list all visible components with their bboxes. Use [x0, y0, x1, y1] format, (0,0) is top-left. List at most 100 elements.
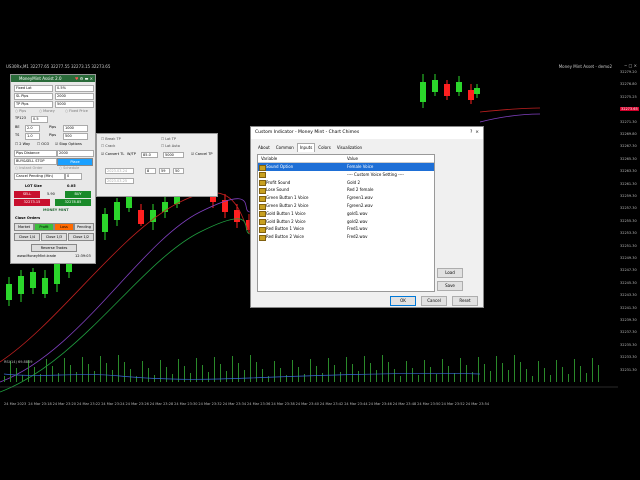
sl-mode-select[interactable]: SL Pips	[14, 93, 53, 100]
load-button[interactable]: Load	[437, 268, 463, 278]
table-row[interactable]: Gold Button 2 Voice gold2.wav	[258, 218, 434, 226]
sl-input[interactable]: 2000	[55, 93, 94, 100]
variable-column-header[interactable]: Variable	[261, 155, 277, 162]
tab-colors[interactable]: Colors	[315, 143, 334, 153]
tp-mode-select[interactable]: TP Pips	[14, 101, 53, 108]
close-loss-button[interactable]: Loss	[54, 223, 74, 231]
lot-size-value[interactable]: 0.05	[67, 183, 76, 189]
volume-bar	[304, 374, 305, 382]
website-link[interactable]: www.MoneyMint.trade	[17, 253, 56, 259]
value-cell[interactable]: ---- Custom Voice Setting ----	[347, 171, 404, 179]
radio-pips[interactable]: ○ Pips	[15, 108, 26, 114]
end-date-input[interactable]: 2023.03.25	[105, 178, 134, 184]
value-cell[interactable]: Fred1.wav	[347, 225, 367, 233]
close-quarter-button[interactable]: Close 1/4	[14, 233, 40, 241]
stop-options-checkbox[interactable]: ☑ Stop Options	[55, 141, 82, 147]
price-tick: 32235.30	[620, 342, 637, 347]
lot-mode-select[interactable]: Fixed Lot	[14, 85, 53, 92]
value-cell[interactable]: Fgreen2.wav	[347, 202, 373, 210]
panel-title-bar[interactable]: MoneyMint Assist 2.0 ♥ ⚙ ▬ ×	[11, 75, 95, 82]
value-cell[interactable]: gold1.wav	[347, 210, 368, 218]
tab-inputs[interactable]: Inputs	[296, 143, 316, 152]
reset-button[interactable]: Reset	[452, 296, 478, 306]
value-cell[interactable]: Fgreen1.wav	[347, 194, 373, 202]
second-input[interactable]: 50	[173, 168, 184, 174]
instant-order-radio[interactable]: ○ Instant Order	[15, 165, 42, 171]
price-tick: 32253.30	[620, 231, 637, 236]
heart-icon[interactable]: ♥	[75, 76, 79, 81]
value-cell[interactable]: Female Voice	[347, 163, 373, 171]
panel-clock: 12:39:03	[75, 254, 91, 258]
value-cell[interactable]: Gold 2	[347, 179, 360, 187]
buy-button[interactable]: BUY	[65, 191, 91, 198]
lot-auto-checkbox[interactable]: ☐ Lot Auto	[161, 144, 180, 149]
start-date-input[interactable]: 2023.03.24	[105, 168, 134, 174]
tp123-input[interactable]: 0.5	[31, 116, 48, 123]
cancel-button[interactable]: Cancel	[421, 296, 447, 306]
schedule-radio[interactable]: ○ Schedule	[59, 165, 79, 171]
minimize-icon[interactable]: ▬	[85, 76, 89, 81]
radio-fixed-price[interactable]: ○ Fixed Price	[65, 108, 88, 114]
convert-tl-checkbox[interactable]: ☑ Convert TL	[101, 152, 124, 157]
mini-value-input[interactable]: 5000	[163, 152, 184, 158]
ts-input[interactable]: 1.0	[25, 133, 40, 140]
price-tick: 32233.30	[620, 355, 637, 360]
tab-common[interactable]: Common	[273, 143, 297, 153]
cancel-tp-checkbox[interactable]: ☑ Cancel TP	[191, 152, 212, 157]
pips-distance-input[interactable]: 2000	[57, 150, 94, 157]
be-input[interactable]: 2.0	[25, 125, 40, 132]
minute-input[interactable]: 59	[159, 168, 170, 174]
table-row[interactable]: Red Button 2 Voice Fred2.wav	[258, 233, 434, 241]
table-row[interactable]: Sound Option Female Voice	[258, 163, 434, 171]
tab-visualization[interactable]: Visualization	[334, 143, 365, 153]
ok-button[interactable]: OK	[390, 296, 416, 306]
order-type-select[interactable]: BUY&SELL STOP	[14, 158, 57, 165]
fixed-lot-input[interactable]: 0.5%	[55, 85, 94, 92]
buy-price[interactable]: 32278.85	[55, 199, 91, 206]
gear-icon[interactable]: ⚙	[80, 76, 84, 81]
tp-input[interactable]: 5000	[55, 101, 94, 108]
sell-price[interactable]: 32273.15	[14, 199, 50, 206]
table-row[interactable]: Profit Sound Gold 2	[258, 179, 434, 187]
reverse-trades-button[interactable]: Reverse Trades	[31, 244, 77, 252]
parameter-icon	[259, 195, 266, 202]
ts-pips-input[interactable]: 500	[63, 133, 88, 140]
price-tick: 32241.30	[620, 305, 637, 310]
dialog-title-bar[interactable]: Custom Indicator - Money Mint - Chart Ch…	[251, 127, 483, 139]
value-cell[interactable]: gold2.wav	[347, 218, 368, 226]
close-pending-button[interactable]: Pending	[74, 223, 94, 231]
table-row[interactable]: Red Button 1 Voice Fred1.wav	[258, 225, 434, 233]
cancel-pending-input[interactable]: 0	[65, 173, 82, 180]
rsi-indicator-label: RSI(14) 69.8809	[4, 360, 33, 364]
lot-tp-checkbox[interactable]: ☐ Lot TP	[161, 137, 176, 142]
table-row[interactable]: ---- Custom Voice Setting ----	[258, 171, 434, 179]
oco-checkbox[interactable]: ☐ OCO	[37, 141, 49, 147]
sell-button[interactable]: SELL	[14, 191, 40, 198]
value-cell[interactable]: Red 2 female	[347, 186, 373, 194]
be-pips-input[interactable]: 1000	[63, 125, 88, 132]
crack-checkbox[interactable]: ☐ Crack	[101, 144, 115, 149]
close-third-button[interactable]: Close 1/3	[41, 233, 67, 241]
hour-input[interactable]: 8	[145, 168, 156, 174]
close-icon[interactable]: ×	[90, 76, 93, 81]
two-way-checkbox[interactable]: ☐ 2 Way	[15, 141, 30, 147]
close-profit-button[interactable]: Profit	[34, 223, 54, 231]
time-tick: 24 Mar 23:20	[52, 402, 76, 406]
table-row[interactable]: Gold Button 1 Voice gold1.wav	[258, 210, 434, 218]
radio-money[interactable]: ○ Money	[39, 108, 55, 114]
table-row[interactable]: Green Button 1 Voice Fgreen1.wav	[258, 194, 434, 202]
close-icon[interactable]: ×	[475, 130, 479, 135]
help-icon[interactable]: ?	[470, 130, 472, 135]
save-button[interactable]: Save	[437, 281, 463, 291]
break-tp-checkbox[interactable]: ☐ Break TP	[101, 137, 121, 142]
table-row[interactable]: Green Button 2 Voice Fgreen2.wav	[258, 202, 434, 210]
value-cell[interactable]: Fred2.wav	[347, 233, 367, 241]
wtp-input[interactable]: 85.0	[141, 152, 158, 158]
close-half-button[interactable]: Close 1/2	[68, 233, 94, 241]
table-row[interactable]: Lose Sound Red 2 female	[258, 186, 434, 194]
candle-body	[42, 278, 48, 294]
tab-about[interactable]: About	[255, 143, 273, 153]
volume-bar	[598, 365, 599, 382]
close-market-button[interactable]: Market	[14, 223, 34, 231]
value-column-header[interactable]: Value	[347, 155, 358, 162]
